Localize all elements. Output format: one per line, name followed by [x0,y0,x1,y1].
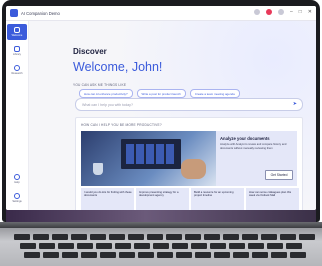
suggestions-label: YOU CAN ASK ME THINGS LIKE [73,83,127,87]
keyboard-row [20,243,302,249]
keyboard-row [14,234,315,240]
suggestion-card-text: Improve presenting strategy for a develo… [139,191,179,198]
suggestion-card-text: I would you do lots for finding with the… [84,191,132,198]
prompt-placeholder: What can I help you with today? [82,102,133,107]
suggestion-card[interactable]: How can some colleagues plan this week v… [246,188,299,210]
prompt-input[interactable]: What can I help you with today? ➤ [75,98,303,111]
sidebar-item-label: Help [14,181,20,184]
feature-description: Analyze with Analyst to review and compa… [220,143,287,150]
suggestion-chip[interactable]: Write a post for product launch [136,89,186,98]
card-title: HOW CAN I HELP YOU BE MORE PRODUCTIVE? [81,123,162,127]
suggestion-chips: How can AI enhance productivity? Write a… [79,89,240,98]
keyboard-deck [0,228,322,266]
suggestion-card[interactable]: I would you do lots for finding with the… [81,188,134,210]
hand-image [181,159,206,179]
suggestion-card-text: How can some colleagues plan this week v… [249,191,292,198]
clock-icon [14,65,20,71]
sidebar-item-label: Settings [12,200,22,203]
suggestion-chip[interactable]: Create a team meeting agenda [189,89,240,98]
sidebar-item-help[interactable]: Help [7,171,27,187]
notification-icon[interactable] [265,9,272,15]
productivity-card: HOW CAN I HELP YOU BE MORE PRODUCTIVE? A… [75,117,303,210]
app-logo-icon [10,9,18,17]
profile-icon[interactable] [277,9,284,15]
suggestion-cards: I would you do lots for finding with the… [81,188,299,210]
feature-image [81,131,216,186]
sidebar-item-welcome[interactable]: Welcome [7,24,27,40]
feature-heading: Analyze your documents [220,136,270,141]
sidebar-item-label: Library [13,53,21,56]
titlebar-controls: – □ ✕ [253,9,312,15]
send-icon[interactable]: ➤ [293,102,297,107]
main-content: Discover Welcome, John! YOU CAN ASK ME T… [29,21,316,210]
suggestion-chip[interactable]: How can AI enhance productivity? [79,89,133,98]
screen: AI Companion Demo – □ ✕ Welcome Library … [6,6,316,210]
compass-icon [14,27,20,33]
sidebar-item-label: Welcome [11,34,23,37]
gear-icon [14,193,20,199]
suggestion-card[interactable]: Build a resource for an upcoming project… [191,188,244,210]
laptop-image [121,139,181,169]
suggestion-card[interactable]: Improve presenting strategy for a develo… [136,188,189,210]
page-title: Discover [73,47,107,56]
sidebar-item-label: Research [11,72,23,75]
sidebar-item-library[interactable]: Library [7,43,27,59]
feature-panel: Analyze your documents Analyze with Anal… [216,131,297,186]
close-button[interactable]: ✕ [308,9,312,15]
sidebar-item-research[interactable]: Research [7,62,27,78]
question-icon [14,174,20,180]
maximize-button[interactable]: □ [299,9,302,15]
welcome-heading: Welcome, John! [73,60,163,74]
window-titlebar: AI Companion Demo – □ ✕ [6,6,316,21]
desktop-wallpaper [6,208,316,222]
cup-image [93,163,103,175]
minimize-button[interactable]: – [290,9,293,15]
get-started-button[interactable]: Get Started [265,170,293,180]
sidebar-item-settings[interactable]: Settings [7,190,27,206]
app-title: AI Companion Demo [21,10,60,16]
chat-icon[interactable] [253,9,260,15]
sidebar: Welcome Library Research Help Settings [6,21,29,210]
bag-icon [14,46,20,52]
keyboard-row [24,252,306,258]
suggestion-card-text: Build a resource for an upcoming project… [194,191,234,198]
